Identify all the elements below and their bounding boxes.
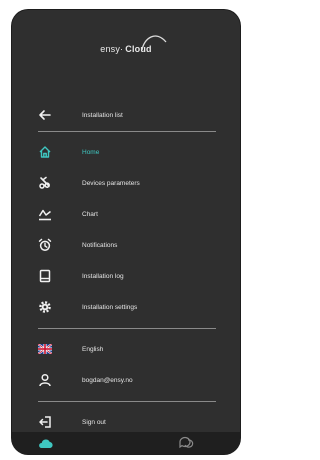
sign-out-icon	[38, 415, 52, 429]
separator	[38, 401, 216, 402]
cloud-tab-icon[interactable]	[37, 436, 53, 454]
book-icon	[38, 269, 52, 283]
chart-icon	[38, 207, 52, 221]
user-email: bogdan@ensy.no	[82, 376, 133, 384]
arrow-left-icon	[38, 108, 52, 122]
installation-list-back-item[interactable]: Installation list	[12, 102, 240, 128]
menu-item-label: Notifications	[82, 241, 118, 249]
gear-icon	[38, 300, 52, 314]
menu-item-chart[interactable]: Chart	[12, 201, 240, 227]
menu-item-installation-settings[interactable]: Installation settings	[12, 294, 240, 320]
home-icon	[38, 145, 52, 159]
logo-arc-icon	[141, 35, 167, 51]
menu-item-label: Devices parameters	[82, 179, 140, 187]
side-menu-panel: ensy· Cloud Installation list Home Devic…	[12, 10, 240, 454]
sign-out-label: Sign out	[82, 418, 106, 426]
menu-item-label: Installation log	[82, 272, 124, 280]
app-logo: ensy· Cloud	[12, 35, 240, 62]
logo-prefix: ensy·	[100, 44, 124, 54]
bottom-navigation-bar	[12, 432, 240, 454]
language-label: English	[82, 345, 104, 353]
separator	[38, 131, 216, 132]
support-chat-tab-icon[interactable]	[178, 436, 194, 454]
separator	[38, 328, 216, 329]
menu-item-label: Home	[82, 148, 100, 156]
menu-item-devices-parameters[interactable]: Devices parameters	[12, 170, 240, 196]
installation-list-label: Installation list	[82, 111, 123, 119]
device-params-icon	[38, 176, 52, 190]
menu-item-notifications[interactable]: Notifications	[12, 232, 240, 258]
user-icon	[38, 373, 52, 387]
uk-flag-icon	[38, 342, 52, 356]
user-account-item[interactable]: bogdan@ensy.no	[12, 367, 240, 393]
menu-item-home[interactable]: Home	[12, 139, 240, 165]
alarm-clock-icon	[38, 238, 52, 252]
language-selector[interactable]: English	[12, 336, 240, 362]
menu-item-installation-log[interactable]: Installation log	[12, 263, 240, 289]
menu-item-label: Chart	[82, 210, 98, 218]
menu-item-label: Installation settings	[82, 303, 138, 311]
